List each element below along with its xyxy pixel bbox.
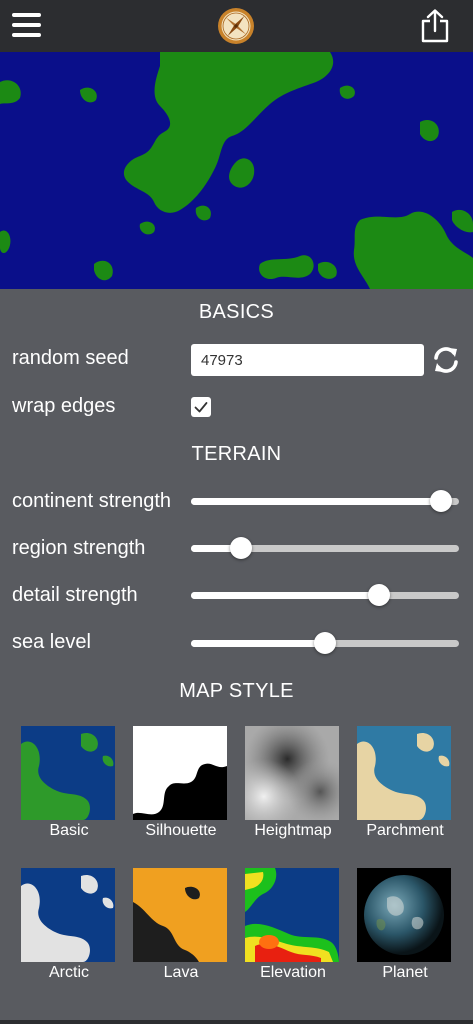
- region-strength-slider[interactable]: [191, 536, 459, 560]
- lava-style-thumbnail: [133, 868, 227, 962]
- heightmap-style-option[interactable]: Heightmap: [245, 726, 341, 839]
- arctic-style-thumbnail: [21, 868, 115, 962]
- continent-strength-label: continent strength: [12, 490, 171, 512]
- style-label: Basic: [49, 822, 89, 839]
- bottom-divider: [0, 1020, 473, 1024]
- basics-section-title: BASICS: [198, 301, 275, 323]
- hamburger-menu-icon[interactable]: [12, 13, 41, 37]
- slider-thumb[interactable]: [230, 537, 253, 559]
- random-seed-label: random seed: [12, 347, 129, 369]
- style-label: Planet: [382, 964, 428, 981]
- slider-thumb[interactable]: [368, 584, 391, 606]
- basic-style-option[interactable]: Basic: [21, 726, 117, 839]
- elevation-style-thumbnail: [245, 868, 339, 962]
- style-label: Lava: [163, 964, 199, 981]
- slider-fill: [191, 498, 441, 505]
- parchment-style-thumbnail: [357, 726, 451, 820]
- sea-level-label: sea level: [12, 631, 91, 653]
- map-preview[interactable]: [0, 52, 473, 289]
- slider-fill: [191, 592, 380, 599]
- style-label: Parchment: [366, 822, 444, 839]
- checkmark-icon: [194, 402, 208, 413]
- lava-style-option[interactable]: Lava: [133, 868, 229, 981]
- style-label: Arctic: [49, 964, 89, 981]
- map-style-section-title: MAP STYLE: [179, 680, 294, 702]
- slider-thumb[interactable]: [314, 632, 336, 654]
- heightmap-style-thumbnail: [245, 726, 339, 820]
- wrap-edges-label: wrap edges: [12, 395, 116, 417]
- continent-strength-slider[interactable]: [191, 489, 459, 513]
- style-label: Heightmap: [254, 822, 332, 839]
- arctic-style-option[interactable]: Arctic: [21, 868, 117, 981]
- style-label: Elevation: [260, 964, 326, 981]
- refresh-icon[interactable]: [431, 345, 461, 375]
- style-label: Silhouette: [145, 822, 217, 839]
- parchment-style-option[interactable]: Parchment: [357, 726, 453, 839]
- compass-icon: [218, 8, 254, 44]
- slider-thumb[interactable]: [429, 490, 452, 512]
- terrain-section-title: TERRAIN: [191, 443, 282, 465]
- basic-style-thumbnail: [21, 726, 115, 820]
- planet-style-option[interactable]: Planet: [357, 868, 453, 981]
- share-icon[interactable]: [420, 9, 450, 43]
- detail-strength-label: detail strength: [12, 584, 138, 606]
- detail-strength-slider[interactable]: [191, 583, 459, 607]
- sea-level-slider[interactable]: [191, 631, 459, 655]
- random-seed-input[interactable]: [191, 344, 424, 376]
- silhouette-style-thumbnail: [133, 726, 227, 820]
- wrap-edges-checkbox[interactable]: [191, 397, 211, 417]
- silhouette-style-option[interactable]: Silhouette: [133, 726, 229, 839]
- elevation-style-option[interactable]: Elevation: [245, 868, 341, 981]
- slider-fill: [191, 640, 325, 647]
- top-bar: [0, 0, 473, 52]
- planet-style-thumbnail: [357, 868, 451, 962]
- region-strength-label: region strength: [12, 537, 146, 559]
